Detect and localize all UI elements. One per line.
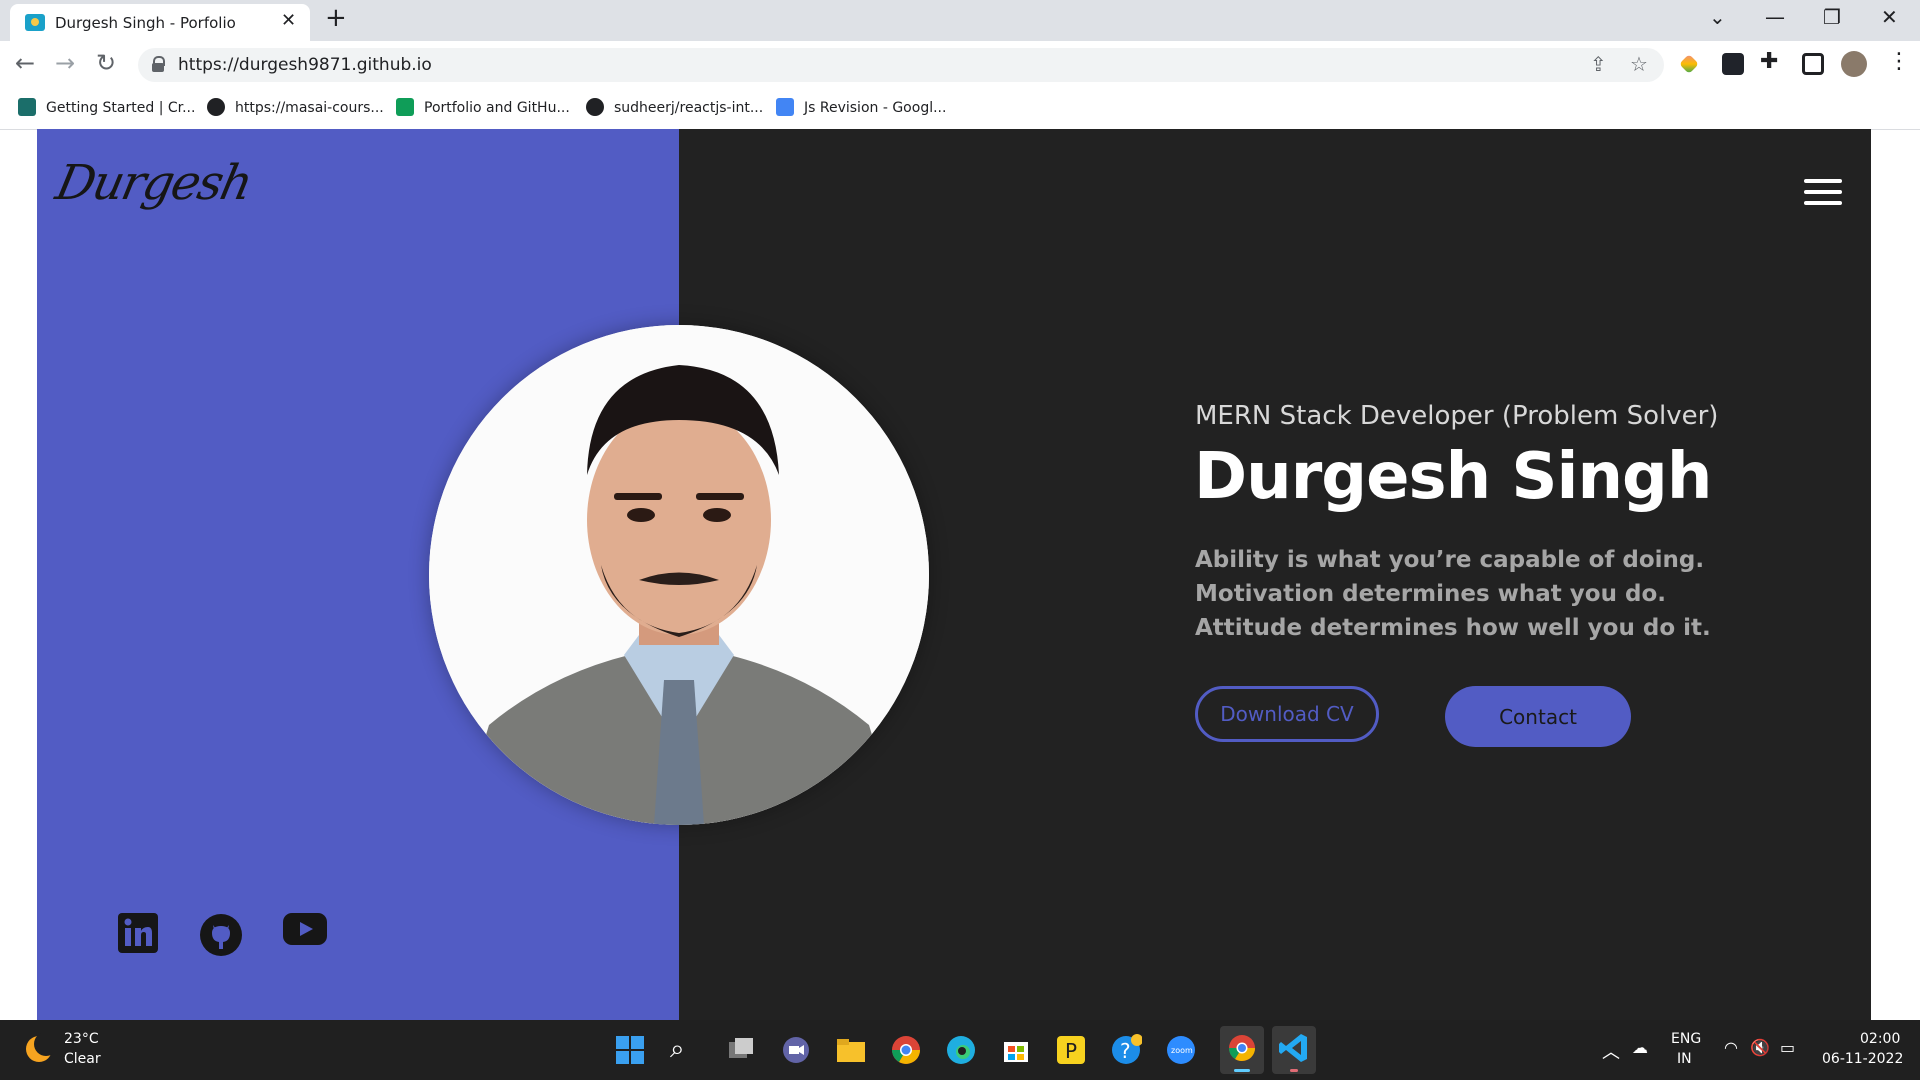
weather-condition[interactable]: Clear	[64, 1051, 101, 1067]
contact-button[interactable]: Contact	[1445, 686, 1631, 747]
github-bookmark-icon	[586, 98, 604, 116]
store-icon[interactable]	[1000, 1034, 1032, 1066]
bookmark-item[interactable]: sudheerj/reactjs-int...	[586, 98, 763, 116]
browser-toolbar: ← → ↻ https://durgesh9871.github.io ⇪ ☆ …	[0, 41, 1920, 89]
forward-icon[interactable]: →	[55, 49, 75, 77]
language-top[interactable]: ENG	[1671, 1031, 1701, 1047]
search-icon[interactable]: ⌕	[670, 1034, 702, 1066]
language-bottom[interactable]: IN	[1677, 1051, 1692, 1067]
portfolio-page: Durgesh MERN Stack Developer (Problem So…	[37, 129, 1871, 1020]
linkedin-icon[interactable]	[118, 913, 158, 953]
battery-icon[interactable]: ▭	[1780, 1038, 1795, 1057]
chat-icon[interactable]	[780, 1034, 812, 1066]
bookmark-item[interactable]: https://masai-cours...	[207, 98, 384, 116]
side-panel-icon[interactable]	[1802, 53, 1824, 75]
restore-icon[interactable]: ❐	[1823, 5, 1841, 29]
onedrive-icon[interactable]: ☁	[1632, 1038, 1648, 1057]
speaker-muted-icon[interactable]: 🔇	[1750, 1038, 1770, 1057]
globe-icon	[207, 98, 225, 116]
bookmarks-bar: Getting Started | Cr... https://masai-co…	[0, 89, 1920, 130]
svg-text:zoom: zoom	[1171, 1046, 1193, 1055]
extensions-puzzle-icon[interactable]: ✚	[1760, 49, 1778, 74]
react-devtools-icon[interactable]	[1722, 53, 1744, 75]
help-icon[interactable]: ?	[1110, 1034, 1143, 1066]
close-tab-icon[interactable]: ✕	[281, 10, 296, 31]
window-close-icon[interactable]: ✕	[1881, 5, 1898, 29]
hero-name: Durgesh Singh	[1194, 440, 1712, 514]
share-icon[interactable]: ⇪	[1590, 52, 1607, 76]
profile-photo	[429, 325, 929, 825]
profile-avatar[interactable]	[1841, 51, 1867, 77]
signature-logo[interactable]: Durgesh	[51, 155, 256, 211]
hero-quote: Ability is what you’re capable of doing.…	[1195, 547, 1711, 641]
lock-icon[interactable]	[152, 56, 165, 72]
bookmark-item[interactable]: Getting Started | Cr...	[18, 98, 195, 116]
chrome-icon[interactable]	[890, 1034, 922, 1066]
zoom-icon[interactable]: zoom	[1165, 1034, 1197, 1066]
weather-temperature[interactable]: 23°C	[64, 1031, 99, 1047]
back-icon[interactable]: ←	[15, 49, 35, 77]
color-picker-extension-icon[interactable]	[1679, 54, 1699, 74]
file-explorer-icon[interactable]	[835, 1034, 867, 1066]
task-view-icon[interactable]	[725, 1034, 757, 1066]
clock-time[interactable]: 02:00	[1860, 1031, 1900, 1047]
svg-text:?: ?	[1120, 1039, 1131, 1063]
tab-favicon-icon	[25, 14, 45, 31]
bookmark-item[interactable]: Portfolio and GitHu...	[396, 98, 570, 116]
edge-icon[interactable]	[945, 1034, 977, 1066]
wifi-icon[interactable]: ◠	[1724, 1038, 1738, 1057]
chevron-up-icon[interactable]: ︿	[1602, 1038, 1620, 1064]
profile-illustration	[429, 325, 929, 825]
hero-subtitle: MERN Stack Developer (Problem Solver)	[1195, 401, 1719, 431]
docs-icon	[776, 98, 794, 116]
url-text[interactable]: https://durgesh9871.github.io	[178, 55, 432, 75]
bookmark-item[interactable]: Js Revision - Googl...	[776, 98, 946, 116]
moon-weather-icon[interactable]	[26, 1032, 58, 1062]
bookmark-favicon-icon	[18, 98, 36, 116]
svg-text:P: P	[1065, 1039, 1077, 1063]
tab-title: Durgesh Singh - Porfolio	[55, 14, 236, 32]
sticky-notes-icon[interactable]: P	[1055, 1034, 1087, 1066]
hamburger-menu-icon[interactable]	[1804, 179, 1842, 205]
tab-search-icon[interactable]: ⌄	[1709, 5, 1726, 29]
download-cv-button[interactable]: Download CV	[1195, 686, 1379, 742]
bookmark-star-icon[interactable]: ☆	[1630, 52, 1648, 76]
address-bar[interactable]: https://durgesh9871.github.io ⇪ ☆	[138, 48, 1664, 82]
reload-icon[interactable]: ↻	[96, 49, 116, 77]
chrome-taskbar-active-icon[interactable]	[1220, 1026, 1264, 1074]
sheets-icon	[396, 98, 414, 116]
new-tab-icon[interactable]: +	[325, 3, 347, 33]
vscode-icon[interactable]	[1272, 1026, 1316, 1074]
minimize-icon[interactable]: —	[1765, 5, 1785, 29]
start-icon[interactable]	[614, 1034, 646, 1066]
clock-date[interactable]: 06-11-2022	[1822, 1051, 1903, 1067]
chrome-menu-icon[interactable]: ⋮	[1888, 49, 1910, 74]
browser-tab-bar: Durgesh Singh - Porfolio ✕ + ⌄ — ❐ ✕	[0, 0, 1920, 41]
browser-tab[interactable]: Durgesh Singh - Porfolio ✕	[10, 4, 310, 41]
github-icon[interactable]	[199, 913, 243, 957]
windows-taskbar: 23°C Clear ⌕ P ? zoom ︿ ☁ ENG IN ◠ 🔇 ▭ 0…	[0, 1020, 1920, 1080]
youtube-icon[interactable]	[283, 913, 327, 945]
